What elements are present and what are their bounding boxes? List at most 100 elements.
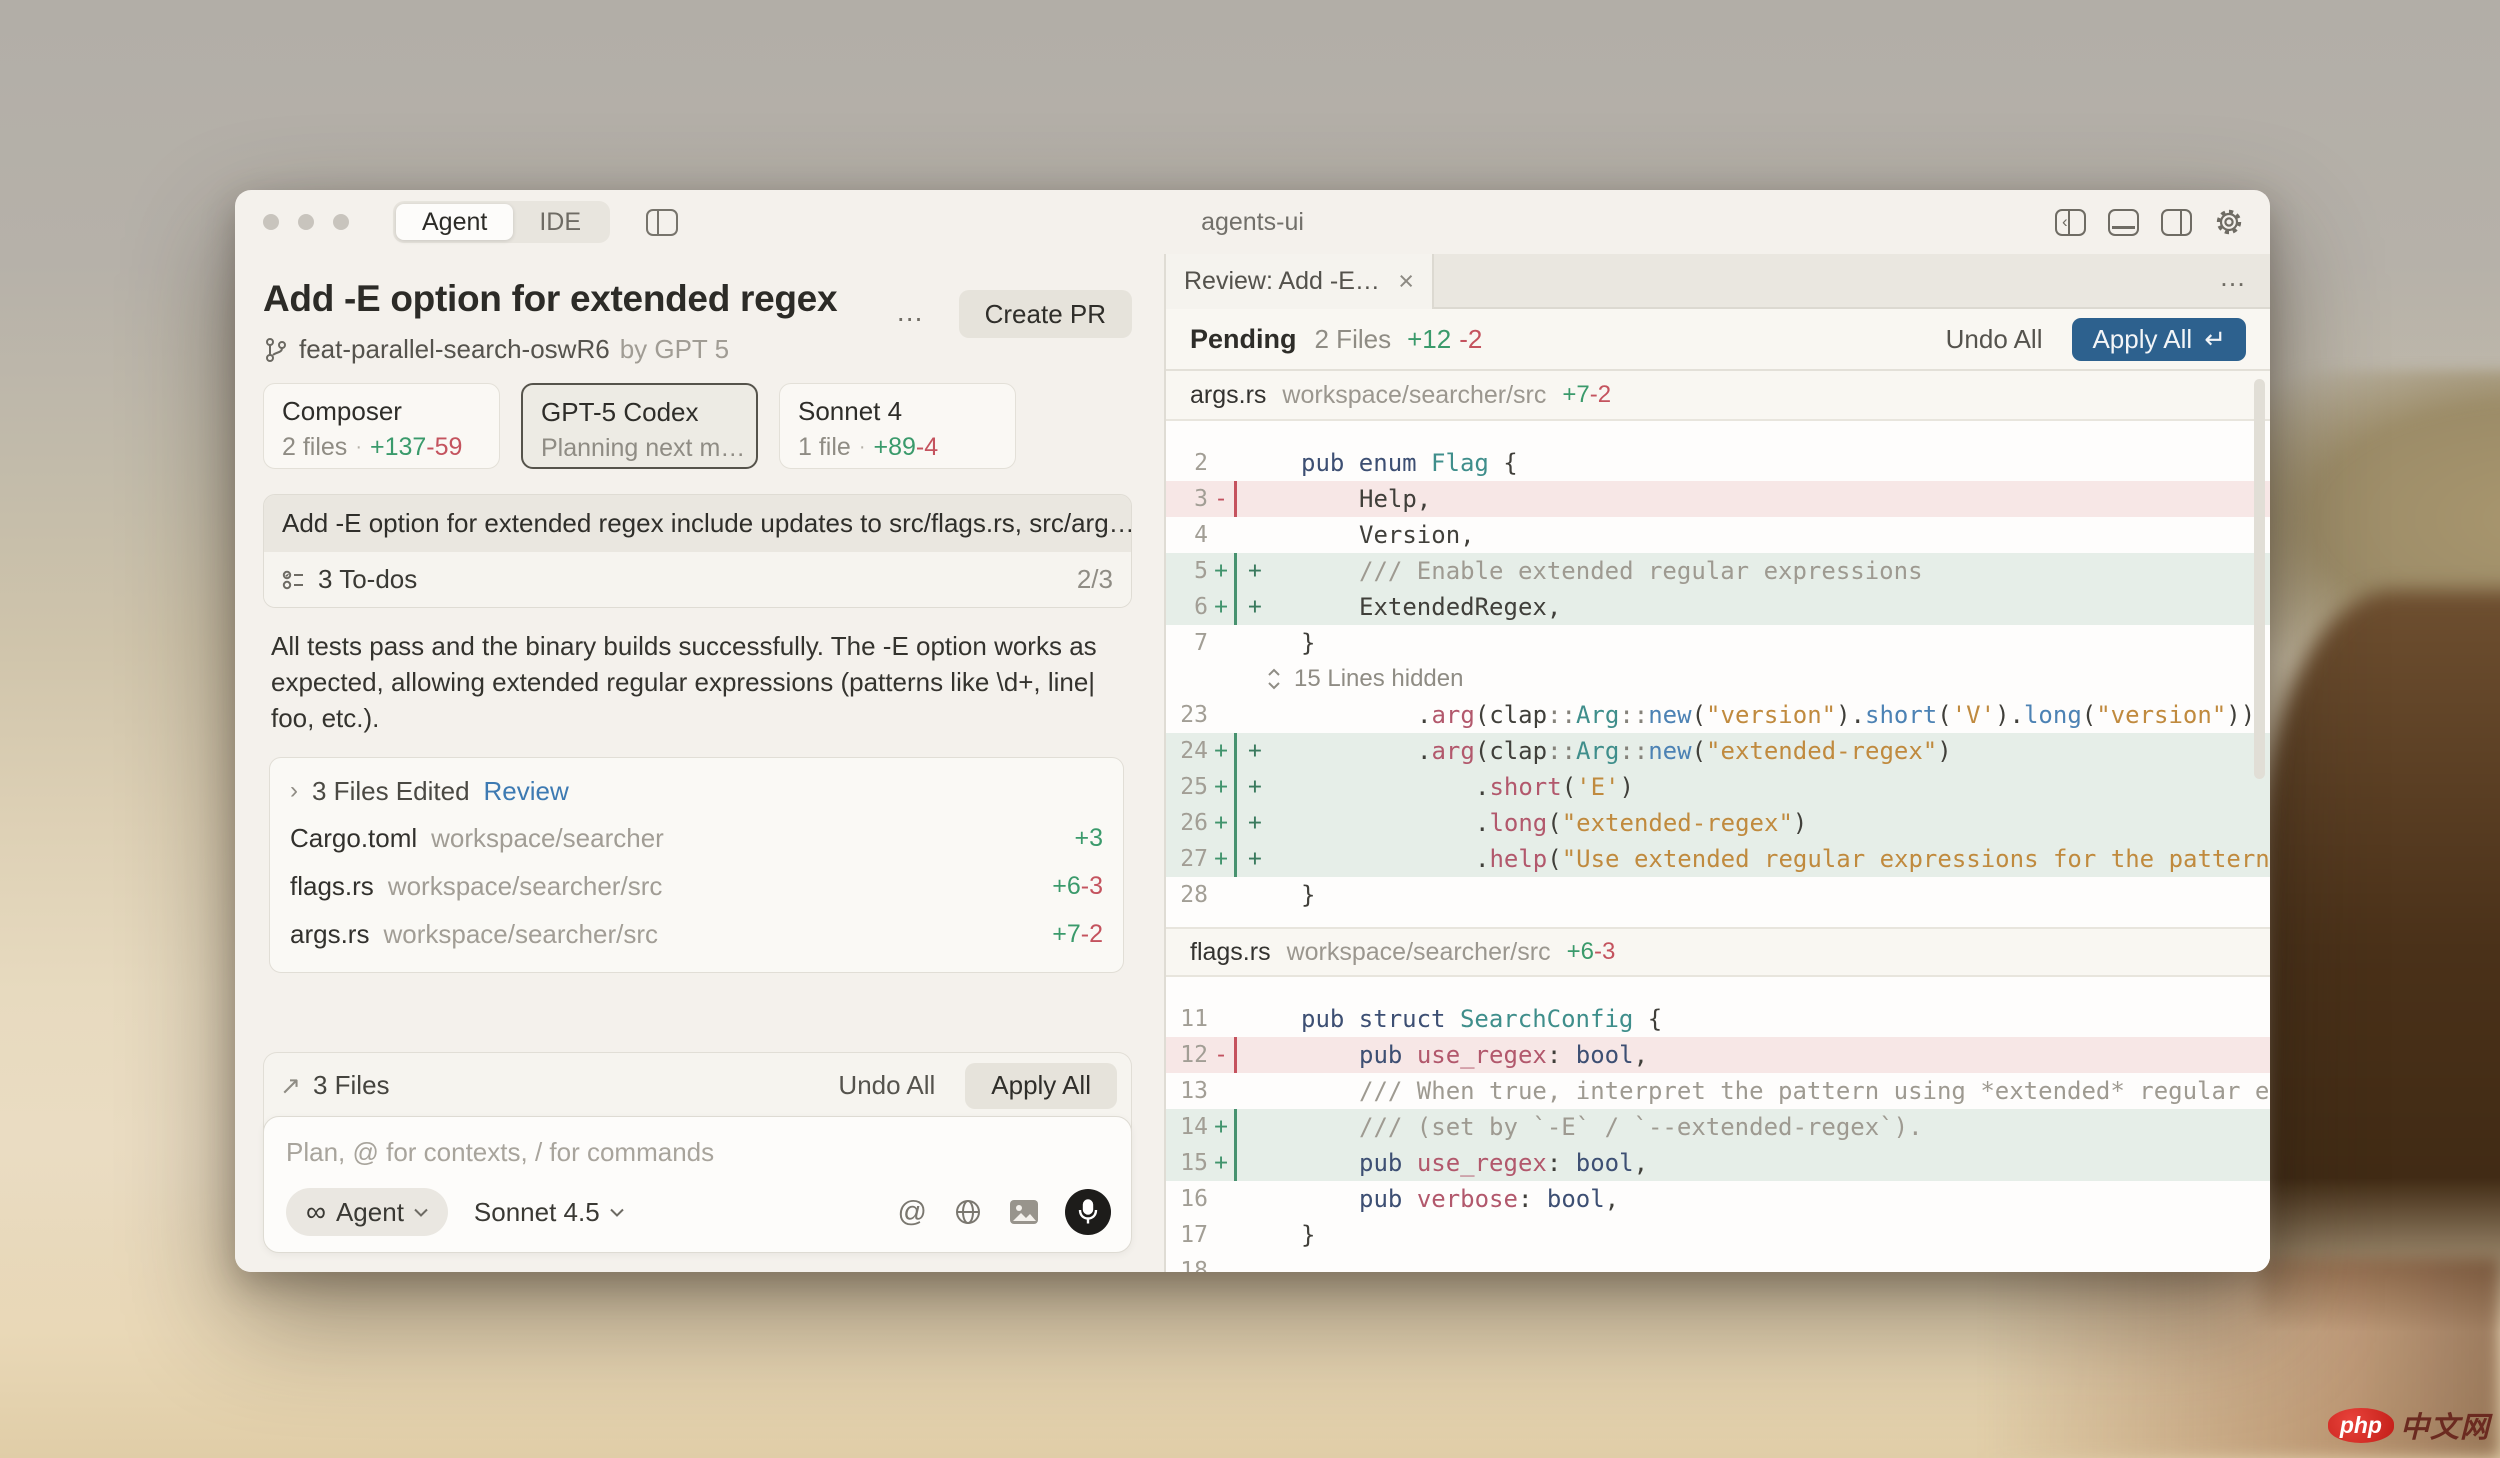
diff-line-14: 14+/// (set by `-E` / `--extended-regex`… — [1166, 1109, 2270, 1145]
create-pr-button[interactable]: Create PR — [959, 290, 1132, 338]
panel-bottom-toggle-icon[interactable] — [2108, 209, 2139, 236]
desktop-background: Agent IDE agents-ui ‹ Add -E o — [0, 0, 2500, 1458]
settings-gear-icon[interactable] — [2214, 207, 2244, 237]
file-name: args.rs — [290, 919, 369, 950]
mention-at-icon[interactable]: @ — [898, 1196, 927, 1229]
diff-line-18: 18 — [1166, 1253, 2270, 1272]
line-number: 26 — [1166, 810, 1208, 836]
change-bar — [1234, 517, 1237, 553]
agent-card-1[interactable]: Composer2 files·+137-59 — [263, 383, 500, 469]
tab-ide[interactable]: IDE — [513, 204, 607, 240]
todos-row[interactable]: 3 To-dos 2/3 — [264, 552, 1131, 607]
more-options-button[interactable]: … — [892, 290, 929, 334]
close-window-button[interactable] — [263, 214, 279, 230]
code-text: } — [1295, 625, 1315, 661]
agent-card-3[interactable]: Sonnet 41 file·+89-4 — [779, 383, 1016, 469]
review-tab-label: Review: Add -E… — [1184, 267, 1380, 296]
code-text: /// (set by `-E` / `--extended-regex`). — [1353, 1109, 1923, 1145]
code-text: .short('E') — [1469, 769, 1634, 805]
change-bar — [1234, 1145, 1237, 1181]
apply-all-button[interactable]: Apply All — [965, 1063, 1117, 1109]
diff-file-counts: +7-2 — [1562, 381, 1611, 409]
change-marker: + — [1208, 1114, 1234, 1140]
composer-input-box[interactable]: ∞ Agent Sonnet 4.5 @ — [263, 1116, 1132, 1253]
agent-panel: Add -E option for extended regex feat-pa… — [235, 254, 1164, 1272]
task-title: Add -E option for extended regex include… — [264, 495, 1131, 552]
agent-cards: Composer2 files·+137-59GPT-5 CodexPlanni… — [263, 383, 1016, 469]
web-globe-icon[interactable] — [953, 1197, 983, 1227]
zoom-window-button[interactable] — [333, 214, 349, 230]
close-icon[interactable]: × — [1398, 266, 1414, 297]
diff-line-28: 28} — [1166, 877, 2270, 913]
microphone-button[interactable] — [1065, 1189, 1111, 1235]
minimize-window-button[interactable] — [298, 214, 314, 230]
agent-mode-select[interactable]: ∞ Agent — [286, 1188, 448, 1236]
diff-line-13: 13/// When true, interpret the pattern u… — [1166, 1073, 2270, 1109]
agent-card-2[interactable]: GPT-5 CodexPlanning next m… — [521, 383, 758, 469]
review-link[interactable]: Review — [484, 776, 569, 807]
titlebar[interactable]: Agent IDE agents-ui ‹ — [235, 190, 2270, 254]
model-select[interactable]: Sonnet 4.5 — [474, 1197, 624, 1228]
diff-file-header[interactable]: flags.rsworkspace/searcher/src+6-3 — [1166, 927, 2270, 977]
watermark-php-badge: php — [2328, 1408, 2394, 1443]
additions: +6 — [1052, 872, 1081, 900]
review-tab-strip: Review: Add -E… × … — [1166, 254, 2270, 309]
chevron-down-icon — [414, 1208, 428, 1217]
sidebar-toggle-icon[interactable] — [646, 209, 678, 236]
composer-input[interactable] — [286, 1137, 1109, 1168]
additions: +89 — [873, 433, 915, 461]
line-number: 5 — [1166, 558, 1208, 584]
change-bar — [1234, 481, 1237, 517]
diff-line-2: 2pub enum Flag { — [1166, 445, 2270, 481]
diff-line-11: 11pub struct SearchConfig { — [1166, 1001, 2270, 1037]
additions: +7 — [1052, 920, 1081, 948]
line-number: 16 — [1166, 1186, 1208, 1212]
panel-left-toggle-icon[interactable]: ‹ — [2055, 209, 2086, 236]
pending-label: Pending — [1190, 324, 1297, 355]
agent-card-name: GPT-5 Codex — [541, 397, 738, 428]
line-number: 18 — [1166, 1258, 1208, 1272]
undo-all-button[interactable]: Undo All — [838, 1070, 935, 1101]
diff-file-header[interactable]: args.rsworkspace/searcher/src+7-2 — [1166, 371, 2270, 421]
review-tab[interactable]: Review: Add -E… × — [1166, 254, 1434, 309]
line-number: 2 — [1166, 450, 1208, 476]
agent-card-diff: +137-59 — [370, 433, 462, 462]
agent-card-diff: +89-4 — [873, 433, 938, 462]
code-text: .long("extended-regex") — [1469, 805, 1807, 841]
files-edited-header[interactable]: › 3 Files Edited Review — [290, 768, 1103, 814]
tab-agent[interactable]: Agent — [396, 204, 513, 240]
review-apply-all-button[interactable]: Apply All ↵ — [2072, 318, 2246, 361]
inline-plus-marker: + — [1248, 558, 1262, 584]
tab-strip-more-button[interactable]: … — [2219, 262, 2246, 293]
change-bar — [1234, 1001, 1237, 1037]
diff-file-counts: +6-3 — [1567, 938, 1616, 966]
branch-name: feat-parallel-search-oswR6 — [299, 334, 610, 365]
pending-deletions: -2 — [1459, 324, 1482, 355]
diff-line-4: 4Version, — [1166, 517, 2270, 553]
file-row[interactable]: Cargo.tomlworkspace/searcher+3 — [290, 814, 1103, 862]
change-marker: + — [1208, 558, 1234, 584]
file-row[interactable]: flags.rsworkspace/searcher/src+6-3 — [290, 862, 1103, 910]
image-attach-icon[interactable] — [1009, 1199, 1039, 1225]
change-bar — [1234, 805, 1237, 841]
diff-line-23: 23.arg(clap::Arg::new("version").short('… — [1166, 697, 2270, 733]
code-text: /// When true, interpret the pattern usi… — [1353, 1073, 2270, 1109]
files-count-label[interactable]: 3 Files — [313, 1070, 390, 1101]
review-undo-all-button[interactable]: Undo All — [1946, 324, 2043, 355]
chevron-down-icon — [610, 1208, 624, 1217]
file-row[interactable]: args.rsworkspace/searcher/src+7-2 — [290, 910, 1103, 958]
diff-line-15: 15+pub use_regex: bool, — [1166, 1145, 2270, 1181]
change-bar — [1234, 1073, 1237, 1109]
file-diff: +3 — [1074, 824, 1103, 853]
hidden-lines-row[interactable]: 15 Lines hidden — [1166, 661, 2270, 697]
files-edited-panel: › 3 Files Edited Review Cargo.tomlworksp… — [269, 757, 1124, 973]
watermark: php 中文网 — [2328, 1404, 2490, 1446]
diff-file-path: workspace/searcher/src — [1287, 938, 1551, 967]
code-text: .help("Use extended regular expressions … — [1469, 841, 2270, 877]
task-box[interactable]: Add -E option for extended regex include… — [263, 494, 1132, 608]
line-number: 27 — [1166, 846, 1208, 872]
line-number: 15 — [1166, 1150, 1208, 1176]
scrollbar-thumb[interactable] — [2254, 379, 2265, 779]
diff-line-24: 24++.arg(clap::Arg::new("extended-regex"… — [1166, 733, 2270, 769]
panel-right-toggle-icon[interactable] — [2161, 209, 2192, 236]
